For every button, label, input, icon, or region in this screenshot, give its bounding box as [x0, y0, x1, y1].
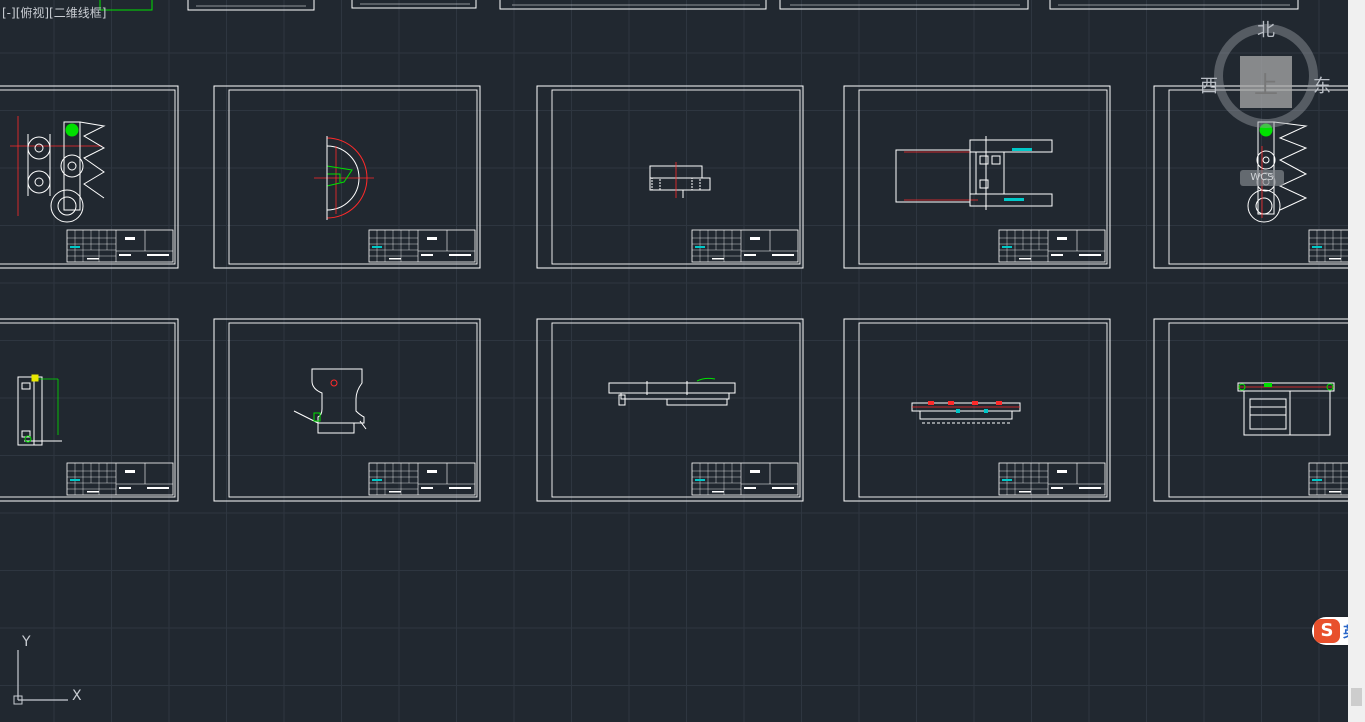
vertical-scrollbar[interactable] — [1348, 0, 1365, 722]
drawing-sheets — [0, 0, 1348, 722]
sheet-drawing-1[interactable] — [0, 86, 178, 268]
viewport-controls-label[interactable]: [-][俯视][二维线框] — [2, 4, 106, 21]
sogou-icon: S — [1314, 619, 1340, 643]
ucs-icon: Y X — [13, 634, 82, 705]
viewcube-east[interactable]: 东 — [1313, 72, 1331, 98]
sheet-drawing-3[interactable] — [537, 86, 803, 268]
sheet-drawing-10[interactable] — [1154, 319, 1348, 501]
viewcube-west[interactable]: 西 — [1200, 72, 1218, 98]
sheet-drawing-6[interactable] — [0, 319, 178, 501]
sheet-drawing-8[interactable] — [537, 319, 803, 501]
sheet-drawing-7[interactable] — [214, 319, 480, 501]
viewcube-north[interactable]: 北 — [1257, 16, 1275, 42]
top-partial-sheets — [99, 0, 1299, 11]
scrollbar-thumb[interactable] — [1351, 688, 1362, 706]
model-space-canvas[interactable]: [-][俯视][二维线框] 北 西 东 上 WCS Y X — [0, 0, 1348, 722]
viewcube-top-face[interactable]: 上 — [1240, 56, 1292, 108]
ucs-y-label: Y — [21, 634, 31, 650]
viewcube[interactable]: 北 西 东 上 WCS — [1196, 16, 1336, 186]
sheet-drawing-9[interactable] — [844, 319, 1110, 501]
sheet-drawing-2[interactable] — [214, 86, 480, 268]
wcs-menu[interactable]: WCS — [1240, 170, 1284, 186]
ucs-x-label: X — [72, 688, 82, 704]
sheet-drawing-4[interactable] — [844, 86, 1110, 268]
